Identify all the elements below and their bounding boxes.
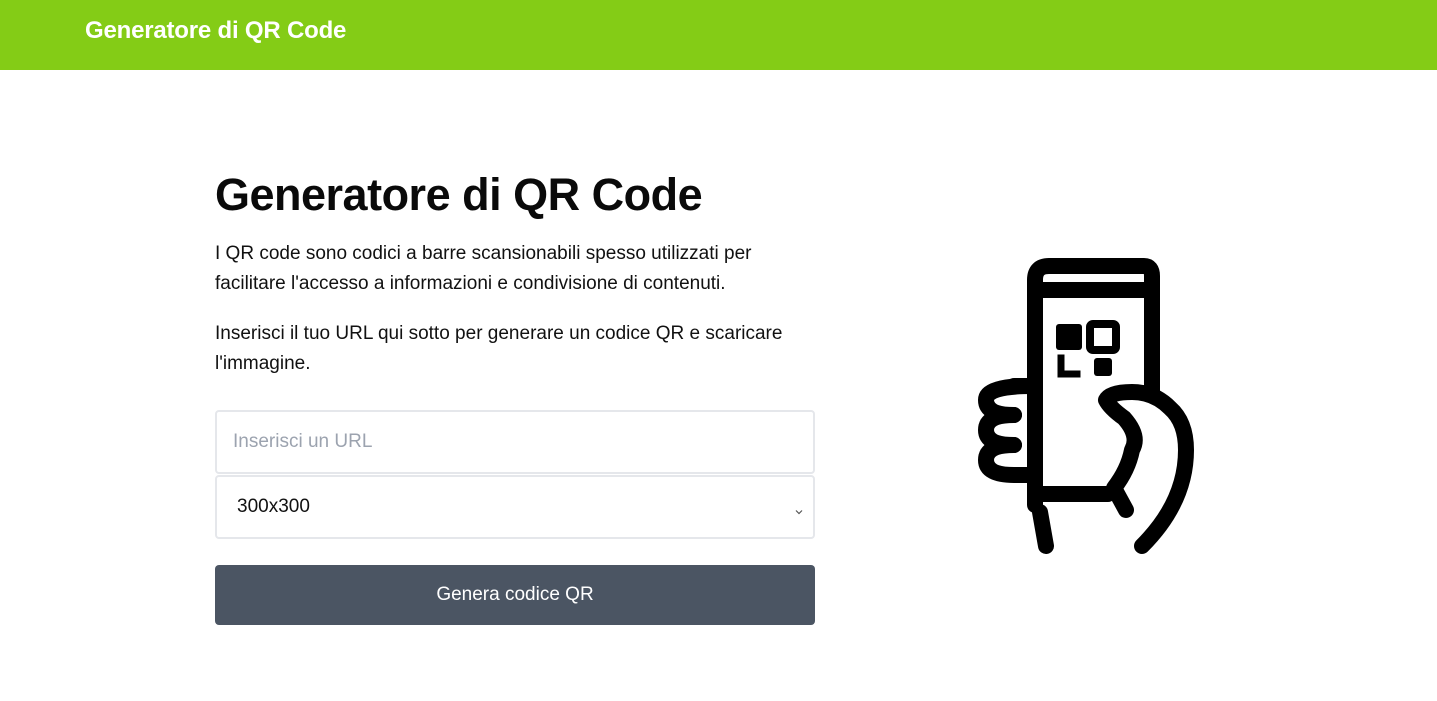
instructions-text: Inserisci il tuo URL qui sotto per gener… xyxy=(215,323,783,374)
size-select[interactable]: 300x300 xyxy=(215,475,815,539)
chevron-down-icon xyxy=(795,503,803,515)
description-text: I QR code sono codici a barre scansionab… xyxy=(215,243,752,294)
app-title: Generatore di QR Code xyxy=(85,17,347,44)
intro-section: Generatore di QR Code I QR code sono cod… xyxy=(215,165,815,379)
phone-qr-scan-icon xyxy=(960,250,1210,570)
url-input[interactable] xyxy=(215,410,815,474)
size-select-value: 300x300 xyxy=(237,496,310,517)
top-bar: Generatore di QR Code xyxy=(0,0,1437,70)
page-title: Generatore di QR Code xyxy=(215,169,703,220)
generate-qr-button[interactable]: Genera codice QR xyxy=(215,565,815,625)
